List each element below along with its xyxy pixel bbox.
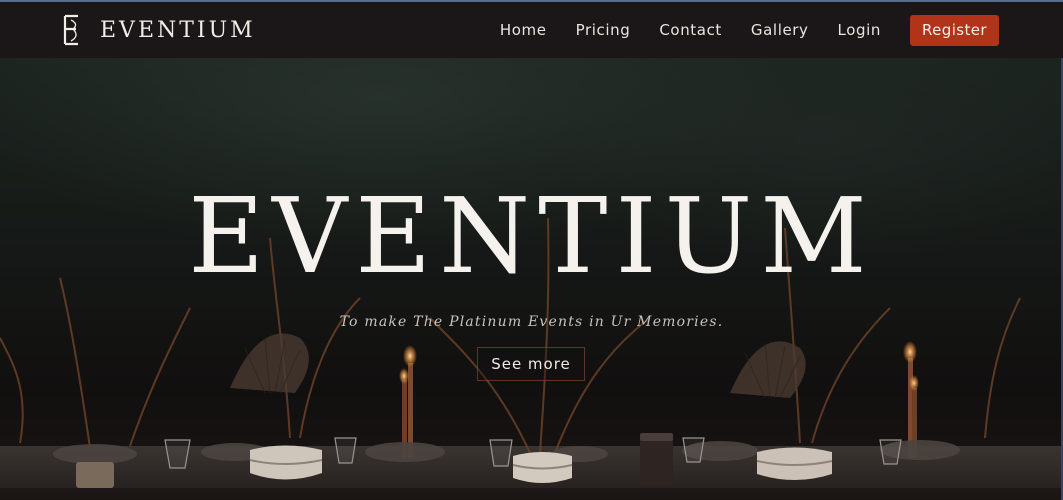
nav-link-login[interactable]: Login (838, 14, 881, 46)
see-more-button[interactable]: See more (477, 347, 585, 381)
brand-name: EVENTIUM (100, 17, 256, 43)
brand[interactable]: EVENTIUM (62, 14, 256, 46)
nav-link-gallery[interactable]: Gallery (751, 14, 809, 46)
nav-link-pricing[interactable]: Pricing (576, 14, 631, 46)
eventium-logo-icon (62, 14, 84, 46)
hero-title: EVENTIUM (188, 175, 875, 297)
navbar: EVENTIUM Home Pricing Contact Gallery Lo… (0, 0, 1063, 58)
nav-links: Home Pricing Contact Gallery Login Regis… (500, 14, 999, 46)
nav-link-contact[interactable]: Contact (659, 14, 722, 46)
hero-tagline: To make The Platinum Events in Ur Memori… (339, 314, 724, 330)
hero-section: EVENTIUM To make The Platinum Events in … (0, 58, 1063, 500)
register-button[interactable]: Register (910, 14, 999, 46)
nav-link-home[interactable]: Home (500, 14, 547, 46)
